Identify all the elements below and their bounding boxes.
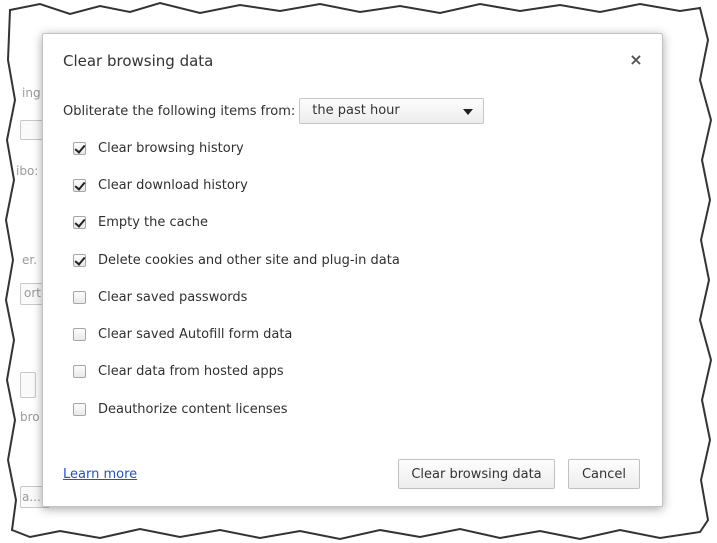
- background-field: [20, 372, 36, 398]
- time-range-row: Obliterate the following items from: the…: [63, 97, 485, 125]
- option-label: Clear data from hosted apps: [98, 363, 284, 379]
- close-icon[interactable]: ×: [628, 52, 644, 68]
- checkbox[interactable]: [73, 402, 86, 416]
- learn-more-link[interactable]: Learn more: [63, 467, 137, 482]
- checkbox[interactable]: [73, 178, 86, 192]
- background-text: ing: [22, 86, 41, 100]
- option-deauthorize-licenses[interactable]: Deauthorize content licenses: [73, 399, 287, 419]
- option-label: Empty the cache: [98, 214, 209, 230]
- background-text: ort: [24, 286, 41, 300]
- checkbox[interactable]: [73, 253, 86, 267]
- option-label: Clear saved passwords: [98, 289, 248, 305]
- option-clear-saved-passwords[interactable]: Clear saved passwords: [73, 287, 247, 307]
- background-text: er.: [22, 253, 38, 267]
- background-text: ibo:: [16, 164, 39, 178]
- option-clear-download-history[interactable]: Clear download history: [73, 175, 248, 195]
- cancel-button[interactable]: Cancel: [568, 459, 640, 489]
- dropdown-arrow-icon: [463, 109, 474, 115]
- option-label: Delete cookies and other site and plug-i…: [98, 252, 400, 268]
- time-range-label: Obliterate the following items from:: [63, 103, 296, 119]
- checkbox[interactable]: [73, 327, 86, 341]
- option-label: Deauthorize content licenses: [98, 401, 288, 417]
- option-clear-hosted-apps-data[interactable]: Clear data from hosted apps: [73, 361, 284, 381]
- time-range-value: the past hour: [312, 103, 400, 118]
- clear-browsing-data-button[interactable]: Clear browsing data: [398, 459, 555, 489]
- background-text: bro: [20, 410, 40, 424]
- option-delete-cookies[interactable]: Delete cookies and other site and plug-i…: [73, 250, 400, 270]
- clear-browsing-data-dialog: Clear browsing data × Obliterate the fol…: [42, 33, 663, 507]
- option-clear-autofill-data[interactable]: Clear saved Autofill form data: [73, 324, 292, 344]
- time-range-select[interactable]: the past hour: [299, 98, 485, 124]
- option-label: Clear download history: [98, 177, 248, 193]
- option-empty-cache[interactable]: Empty the cache: [73, 212, 208, 232]
- background-text: a...: [22, 490, 41, 504]
- checkbox[interactable]: [73, 215, 86, 229]
- option-label: Clear browsing history: [98, 140, 244, 156]
- checkbox[interactable]: [73, 290, 86, 304]
- option-clear-browsing-history[interactable]: Clear browsing history: [73, 138, 244, 158]
- option-label: Clear saved Autofill form data: [98, 326, 293, 342]
- dialog-title: Clear browsing data: [63, 52, 214, 70]
- checkbox[interactable]: [73, 364, 86, 378]
- checkbox[interactable]: [73, 141, 86, 155]
